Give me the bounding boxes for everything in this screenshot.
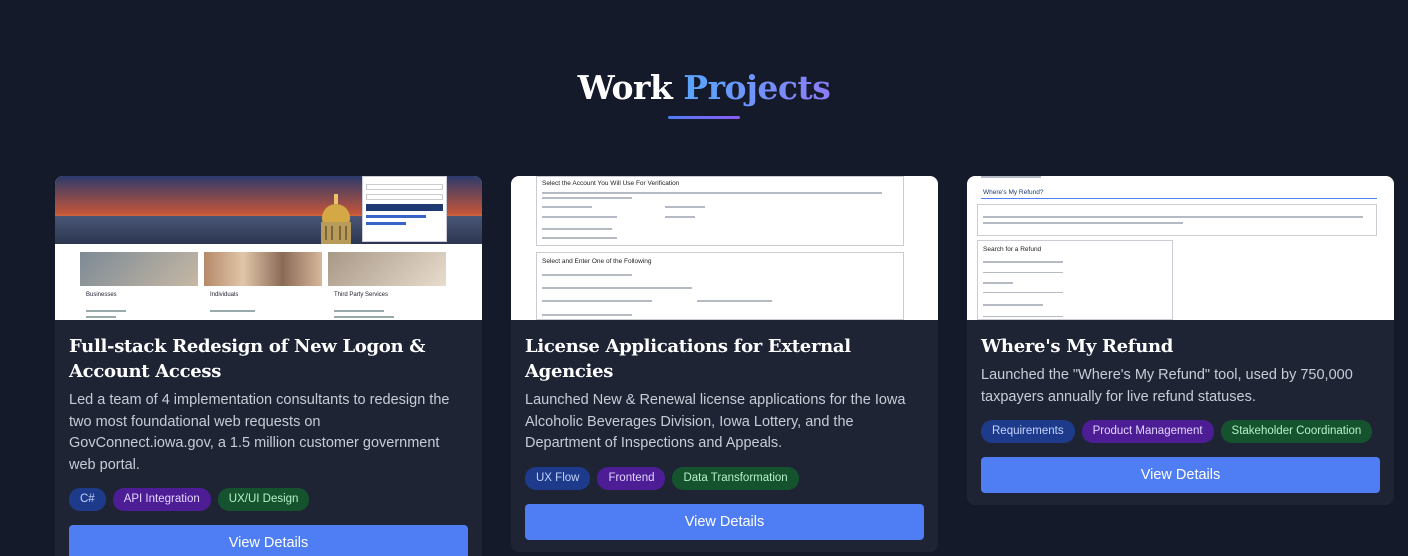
thumb-heading: Where's My Refund? — [983, 189, 1044, 196]
tag-list: C# API Integration UX/UI Design — [69, 488, 468, 511]
thumb-heading: Select the Account You Will Use For Veri… — [542, 180, 680, 187]
view-details-button[interactable]: View Details — [69, 525, 468, 556]
tag: Data Transformation — [672, 466, 799, 490]
project-card-license: Select the Account You Will Use For Veri… — [511, 176, 938, 552]
view-details-button[interactable]: View Details — [525, 503, 924, 540]
tag: UX Flow — [525, 466, 591, 490]
project-thumbnail-logon: Businesses Individuals Third Party Servi… — [55, 176, 482, 320]
thumb-column-businesses: Businesses — [86, 292, 117, 298]
tag: Stakeholder Coordination — [1220, 420, 1373, 443]
tag: Product Management — [1081, 420, 1214, 443]
tag: Frontend — [597, 466, 666, 490]
project-card-logon: Businesses Individuals Third Party Servi… — [55, 176, 482, 556]
thumb-heading: Search for a Refund — [983, 246, 1042, 253]
thumb-column-third-party: Third Party Services — [334, 292, 389, 298]
title-underline — [668, 116, 740, 119]
project-title: License Applications for External Agenci… — [525, 336, 851, 382]
tag: API Integration — [112, 488, 211, 511]
login-panel-preview — [362, 176, 447, 242]
project-thumbnail-license: Select the Account You Will Use For Veri… — [511, 176, 938, 320]
tag: C# — [69, 488, 106, 511]
project-description: Launched New & Renewal license applicati… — [525, 392, 906, 451]
tag: UX/UI Design — [217, 488, 310, 511]
thumb-column-individuals: Individuals — [210, 292, 239, 298]
thumb-heading: Select and Enter One of the Following — [542, 258, 652, 265]
project-title: Where's My Refund — [981, 336, 1174, 357]
section-title: Work Projects — [0, 68, 1408, 107]
view-details-button[interactable]: View Details — [981, 457, 1380, 493]
project-thumbnail-refund: Where's My Refund? Search for a Refund — [967, 176, 1394, 320]
section-title-part1: Work — [577, 68, 673, 107]
project-title: Full-stack Redesign of New Logon & Accou… — [69, 336, 426, 382]
tag-list: UX Flow Frontend Data Transformation — [525, 466, 924, 490]
section-heading: Work Projects — [0, 68, 1408, 119]
capitol-dome-icon — [321, 194, 351, 244]
tag: Requirements — [981, 420, 1075, 443]
tag-list: Requirements Product Management Stakehol… — [981, 420, 1380, 443]
project-description: Led a team of 4 implementation consultan… — [69, 392, 450, 473]
project-description: Launched the "Where's My Refund" tool, u… — [981, 367, 1353, 405]
section-title-part2: Projects — [683, 68, 831, 107]
project-card-refund: Where's My Refund? Search for a Refund W… — [967, 176, 1394, 505]
